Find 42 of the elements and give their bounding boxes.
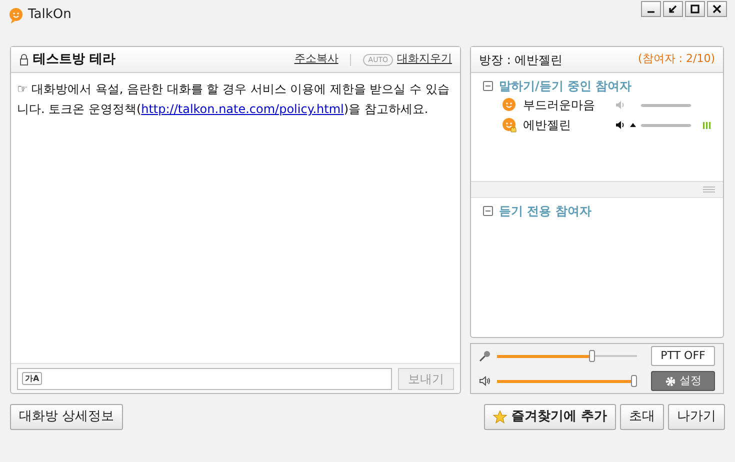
leave-button[interactable]: 나가기 xyxy=(668,404,725,430)
lock-icon xyxy=(19,54,29,66)
policy-link[interactable]: http://talkon.nate.com/policy.html xyxy=(141,102,344,116)
triangle-up-icon[interactable] xyxy=(630,123,636,127)
policy-notice: ☞ 대화방에서 욕설, 음란한 대화를 할 경우 서비스 이용에 제한을 받으실 수 있습니다. 토크온 운영정책(http://talkon.nate.com/policy.html)을 참고하세요. xyxy=(17,81,450,118)
host-label: 방장 : 에반젤린 xyxy=(479,52,563,68)
font-style-badge[interactable]: 가A xyxy=(22,372,42,385)
microphone-icon xyxy=(479,350,491,362)
app-logo-icon xyxy=(8,6,24,24)
ptt-button[interactable]: PTT OFF xyxy=(651,346,715,366)
participant-name[interactable]: 부드러운마음 xyxy=(523,96,615,114)
maximize-button[interactable] xyxy=(685,1,705,17)
collapse-icon[interactable] xyxy=(483,81,493,91)
slider-thumb[interactable] xyxy=(589,350,595,362)
message-input-field[interactable]: 가A xyxy=(17,368,392,390)
minimize-button[interactable] xyxy=(641,1,661,17)
restore-button[interactable] xyxy=(663,1,683,17)
participant-count: (참여자 : 2/10) xyxy=(638,51,715,68)
invite-button[interactable]: 초대 xyxy=(620,404,664,430)
restore-icon xyxy=(668,4,678,14)
minimize-icon xyxy=(647,11,655,13)
room-title: 테스트방 테라 xyxy=(33,50,116,69)
voice-meter-icon xyxy=(703,122,711,128)
window-title: TalkOn xyxy=(28,6,72,24)
collapse-icon[interactable] xyxy=(483,206,493,216)
clear-chat-link[interactable]: 대화지우기 xyxy=(397,51,452,68)
settings-button[interactable]: 설정 xyxy=(651,371,715,392)
room-details-button[interactable]: 대화방 상세정보 xyxy=(10,404,124,430)
microphone-slider[interactable] xyxy=(497,350,637,362)
copy-address-link[interactable]: 주소복사 xyxy=(294,51,338,68)
close-button[interactable] xyxy=(707,1,727,17)
add-favorite-button[interactable]: 즐겨찾기에 추가 xyxy=(484,404,616,430)
participant-name[interactable]: 에반젤린 xyxy=(523,116,615,134)
settings-icon xyxy=(664,376,676,387)
star-icon xyxy=(493,410,508,424)
resize-grip-icon[interactable] xyxy=(703,186,715,193)
slider-thumb[interactable] xyxy=(631,375,637,388)
close-icon xyxy=(712,4,722,14)
speaker-slider[interactable] xyxy=(497,375,637,388)
speaker-icon xyxy=(479,375,491,388)
speaker-icon[interactable] xyxy=(615,120,625,130)
maximize-icon xyxy=(690,4,700,14)
